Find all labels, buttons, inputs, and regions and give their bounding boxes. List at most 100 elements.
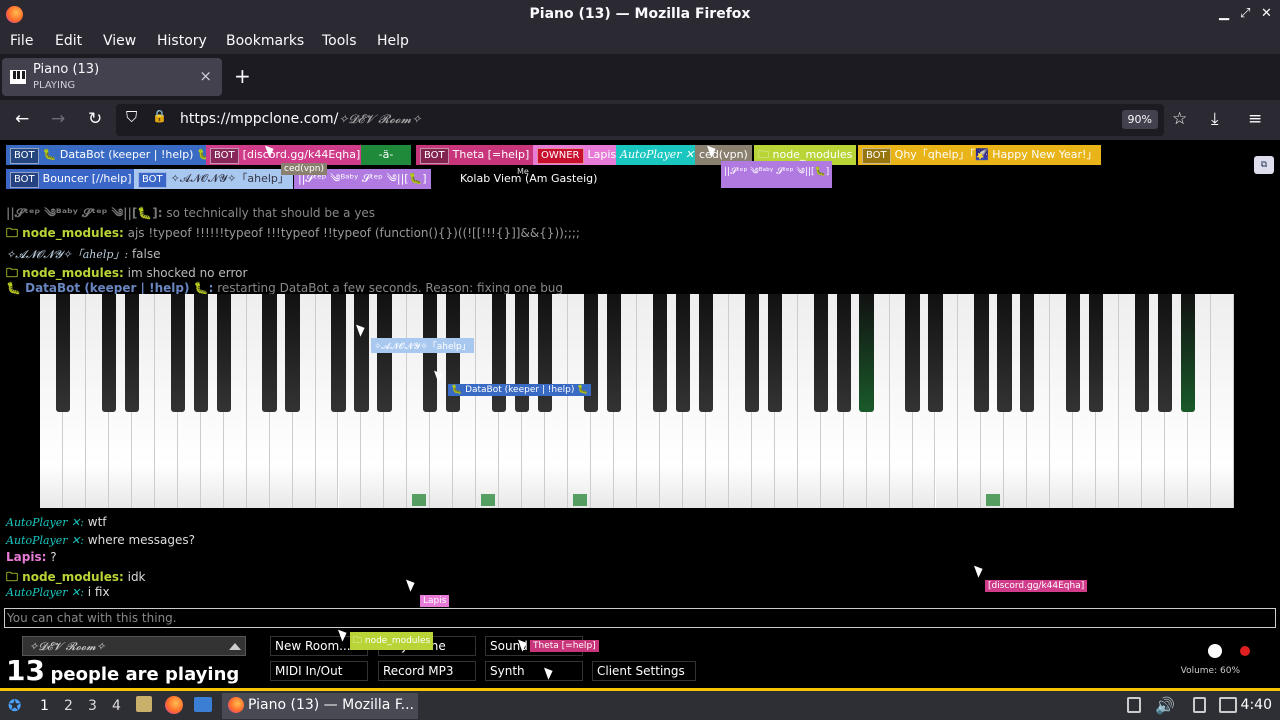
volume-icon[interactable]: 🔊 bbox=[1155, 696, 1175, 715]
user-chip[interactable]: BOT Qhy「qhelp」「🌠 Happy New Year!」 bbox=[858, 145, 1102, 165]
display-icon[interactable] bbox=[1219, 697, 1237, 713]
user-chip[interactable]: BOT Bouncer [//help] bbox=[6, 169, 136, 189]
menu-bookmarks[interactable]: Bookmarks bbox=[226, 33, 304, 49]
black-key[interactable] bbox=[859, 294, 874, 412]
chat-input[interactable]: You can chat with this thing. bbox=[4, 608, 1276, 628]
pressed-key-indicator bbox=[411, 494, 426, 506]
tab-title: Piano (13) bbox=[33, 62, 100, 77]
black-key[interactable] bbox=[1180, 294, 1196, 412]
chat-message: Lapis: ? bbox=[6, 550, 57, 564]
user-chip[interactable]: OWNER Lapis bbox=[533, 145, 621, 165]
maximize-button[interactable]: ⤢ bbox=[1240, 6, 1250, 21]
zoom-level-button[interactable]: 90% bbox=[1121, 110, 1158, 129]
black-key[interactable] bbox=[216, 294, 231, 412]
black-key[interactable] bbox=[836, 294, 851, 412]
chat-message: 🐛 DataBot (keeper | !help) 🐛: restarting… bbox=[6, 281, 564, 295]
reload-button[interactable]: ↻ bbox=[88, 109, 102, 129]
minimize-button[interactable]: ▁ bbox=[1219, 6, 1229, 21]
white-key[interactable] bbox=[1211, 294, 1234, 508]
user-chip[interactable]: BOT Theta [=help] bbox=[416, 145, 534, 165]
client-settings-button[interactable]: Client Settings bbox=[592, 661, 696, 681]
black-key[interactable] bbox=[1135, 294, 1150, 412]
black-key[interactable] bbox=[193, 294, 208, 412]
workspace-3[interactable]: 3 bbox=[88, 698, 97, 714]
url-text[interactable]: https://mppclone.com/✧𝓓𝓔𝓥 𝓡𝓸𝓸𝓶✧ bbox=[180, 111, 421, 127]
menu-file[interactable]: File bbox=[10, 33, 33, 49]
volume-label: Volume: 60% bbox=[1180, 666, 1240, 676]
synth-button[interactable]: Synth bbox=[485, 661, 583, 681]
black-key[interactable] bbox=[767, 294, 782, 412]
clock: 4:40 bbox=[1240, 697, 1272, 713]
workspace-2[interactable]: 2 bbox=[64, 698, 73, 714]
black-key[interactable] bbox=[905, 294, 920, 412]
black-key[interactable] bbox=[974, 294, 989, 412]
firefox-launcher-icon[interactable] bbox=[165, 696, 183, 714]
record-mp3-button[interactable]: Record MP3 bbox=[378, 661, 476, 681]
black-key[interactable] bbox=[675, 294, 691, 412]
black-key[interactable] bbox=[101, 294, 116, 412]
sidebar-toggle-icon[interactable]: ⧉ bbox=[1254, 156, 1274, 174]
black-key[interactable] bbox=[652, 294, 668, 412]
room-select[interactable]: ✧𝓓𝓔𝓥 𝓡𝓸𝓸𝓶✧ bbox=[22, 636, 246, 656]
user-chip[interactable]: -ä- bbox=[361, 145, 411, 165]
tab-close-icon[interactable]: × bbox=[199, 67, 212, 85]
downloads-icon[interactable]: ⤓ bbox=[1211, 109, 1219, 129]
url-bar[interactable]: ⛉ 🔒 https://mppclone.com/✧𝓓𝓔𝓥 𝓡𝓸𝓸𝓶✧ 90% bbox=[116, 104, 1164, 136]
user-chip[interactable]: BOT [discord.gg/k44Eqha] bbox=[206, 145, 365, 165]
menu-bar: File Edit View History Bookmarks Tools H… bbox=[0, 30, 1280, 54]
menu-tools[interactable]: Tools bbox=[322, 33, 357, 49]
volume-knob[interactable] bbox=[1208, 644, 1222, 658]
black-key[interactable] bbox=[354, 294, 369, 412]
new-tab-button[interactable]: + bbox=[234, 64, 251, 88]
lock-icon[interactable]: 🔒 bbox=[152, 109, 167, 123]
black-key[interactable] bbox=[1066, 294, 1081, 412]
black-key[interactable] bbox=[170, 294, 185, 412]
start-menu-icon[interactable]: ✪ bbox=[8, 696, 21, 715]
workspace-4[interactable]: 4 bbox=[112, 698, 121, 714]
piano-keyboard[interactable] bbox=[40, 294, 1234, 508]
midi-button[interactable]: MIDI In/Out bbox=[270, 661, 368, 681]
workspace-1[interactable]: 1 bbox=[40, 698, 49, 714]
black-key[interactable] bbox=[377, 294, 392, 412]
user-chip[interactable]: AutoPlayer ✕ bbox=[616, 145, 699, 165]
back-button[interactable]: ← bbox=[15, 109, 29, 129]
black-key[interactable] bbox=[698, 294, 713, 412]
clipboard-icon[interactable] bbox=[1127, 697, 1141, 713]
black-key[interactable] bbox=[997, 294, 1012, 412]
black-key[interactable] bbox=[744, 294, 759, 412]
taskbar-app-firefox[interactable]: Piano (13) — Mozilla F... bbox=[222, 693, 418, 719]
navigation-bar: ← → ↻ ⛉ 🔒 https://mppclone.com/✧𝓓𝓔𝓥 𝓡𝓸𝓸𝓶… bbox=[0, 100, 1280, 140]
bookmark-star-icon[interactable]: ☆ bbox=[1172, 109, 1187, 129]
terminal-launcher-icon[interactable] bbox=[194, 697, 212, 712]
file-manager-icon[interactable] bbox=[136, 696, 152, 712]
tab-piano[interactable]: Piano (13) PLAYING × bbox=[2, 58, 222, 96]
black-key[interactable] bbox=[262, 294, 277, 412]
taskbar-app-title: Piano (13) — Mozilla F... bbox=[248, 697, 414, 713]
user-chip[interactable]: BOT ✧𝓐𝓝𝓞𝓝𝓨✧「ahelp」 bbox=[134, 169, 293, 189]
black-key[interactable] bbox=[813, 294, 828, 412]
menu-history[interactable]: History bbox=[157, 33, 207, 49]
black-key[interactable] bbox=[1157, 294, 1173, 412]
app-menu-icon[interactable]: ≡ bbox=[1248, 109, 1262, 129]
cursor-tag: Me bbox=[517, 167, 529, 176]
tracking-shield-icon[interactable]: ⛉ bbox=[126, 108, 137, 126]
black-key[interactable] bbox=[1089, 294, 1104, 412]
black-key[interactable] bbox=[285, 294, 300, 412]
menu-help[interactable]: Help bbox=[377, 33, 409, 49]
black-key[interactable] bbox=[606, 294, 622, 412]
black-key[interactable] bbox=[331, 294, 346, 412]
black-key[interactable] bbox=[124, 294, 139, 412]
black-key[interactable] bbox=[1020, 294, 1035, 412]
chat-message: AutoPlayer ✕: where messages? bbox=[6, 533, 196, 547]
forward-button[interactable]: → bbox=[51, 109, 65, 129]
user-chip[interactable]: BOT 🐛 DataBot (keeper | !help) 🐛 bbox=[6, 145, 215, 165]
piano-page: BOT 🐛 DataBot (keeper | !help) 🐛 BOT [disc… bbox=[0, 140, 1280, 688]
black-key[interactable] bbox=[928, 294, 943, 412]
close-window-button[interactable]: ✕ bbox=[1261, 6, 1272, 21]
black-key[interactable] bbox=[423, 294, 438, 412]
black-key[interactable] bbox=[55, 294, 71, 412]
tab-playing-status: PLAYING bbox=[33, 80, 76, 91]
menu-view[interactable]: View bbox=[103, 33, 136, 49]
notes-icon[interactable] bbox=[1193, 697, 1206, 713]
menu-edit[interactable]: Edit bbox=[55, 33, 82, 49]
